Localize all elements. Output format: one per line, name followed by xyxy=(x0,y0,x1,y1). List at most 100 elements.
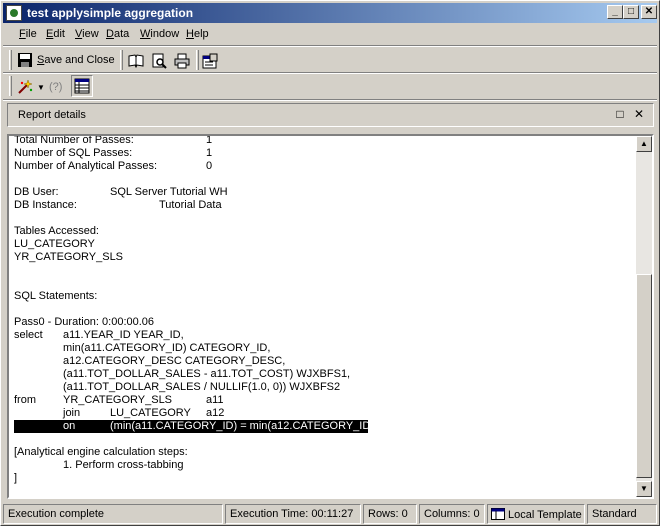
print-preview-button[interactable] xyxy=(151,50,167,72)
report-text-b: Tutorial Data xyxy=(159,199,222,211)
report-line: (a11.TOT_DOLLAR_SALES - a11.TOT_COST) WJ… xyxy=(14,368,634,381)
menu-view[interactable]: View xyxy=(75,28,99,40)
report-line: select a11.YEAR_ID YEAR_ID, xyxy=(14,329,634,342)
report-line: SQL Statements: xyxy=(14,290,634,303)
panel-close-button[interactable]: ✕ xyxy=(632,107,646,121)
toolbar-separator-2 xyxy=(3,99,657,101)
book-icon xyxy=(128,53,144,69)
report-details-text[interactable]: Total Number of Passes: 1 Number of SQL Pa… xyxy=(7,134,654,499)
report-text-b: 0 xyxy=(206,160,213,172)
status-mode: Standard xyxy=(587,504,657,524)
toolbar-divider xyxy=(120,50,123,70)
status-execution-time: Execution Time: 00:11:27 xyxy=(225,504,361,524)
report-line: Pass0 - Duration: 0:00:00.06 xyxy=(14,316,634,329)
report-text-a: Total Number of Passes: xyxy=(14,134,134,146)
status-bar: Execution complete Execution Time: 00:11… xyxy=(3,504,657,524)
toolbar-grip-2[interactable] xyxy=(9,76,12,96)
report-text-a: from xyxy=(14,394,36,406)
scroll-up-button[interactable]: ▲ xyxy=(636,136,652,152)
wand-icon xyxy=(17,79,33,95)
report-text-b: 1. Perform cross-tabbing xyxy=(63,459,184,471)
report-line xyxy=(14,212,634,225)
report-line: 1. Perform cross-tabbing xyxy=(14,459,634,472)
report-line xyxy=(14,277,634,290)
report-line: (a11.TOT_DOLLAR_SALES / NULLIF(1.0, 0)) … xyxy=(14,381,634,394)
formula-icon: (?) xyxy=(49,81,63,93)
report-line: DB User: SQL Server Tutorial WH xyxy=(14,186,634,199)
report-details-header: Report details □ ✕ xyxy=(7,103,654,127)
save-icon xyxy=(17,52,33,68)
menu-window[interactable]: Window xyxy=(140,28,179,40)
report-line: from YR_CATEGORY_SLS a11 xyxy=(14,394,634,407)
report-text-a: Number of Analytical Passes: xyxy=(14,160,158,172)
report-text-a: YR_CATEGORY_SLS xyxy=(14,251,124,263)
report-window: test applysimple aggregation _ □ ✕ File … xyxy=(0,0,660,526)
maximize-button[interactable]: □ xyxy=(623,5,639,19)
report-text-b: min(a11.CATEGORY_ID) CATEGORY_ID, xyxy=(63,342,271,354)
report-line: join LU_CATEGORY a12 xyxy=(14,407,634,420)
close-button[interactable]: ✕ xyxy=(641,5,657,19)
minimize-button[interactable]: _ xyxy=(607,5,623,19)
report-line xyxy=(14,433,634,446)
open-button[interactable] xyxy=(128,50,144,72)
title-bar[interactable]: test applysimple aggregation _ □ ✕ xyxy=(3,3,657,23)
report-text-b: a12.CATEGORY_DESC CATEGORY_DESC, xyxy=(63,355,286,367)
report-line: YR_CATEGORY_SLS xyxy=(14,251,634,264)
grid-view-button[interactable] xyxy=(71,75,93,97)
report-text-b: a11.YEAR_ID YEAR_ID, xyxy=(63,329,184,341)
menu-separator xyxy=(3,45,657,47)
report-text-a: SQL Statements: xyxy=(14,290,98,302)
main-toolbar: Save and Close xyxy=(3,48,223,74)
report-line: Number of Analytical Passes: 0 xyxy=(14,160,634,173)
report-line: Number of SQL Passes: 1 xyxy=(14,147,634,160)
formula-button[interactable]: (?) xyxy=(49,76,62,98)
status-rows: Rows: 0 xyxy=(363,504,417,524)
dropdown-arrow-icon: ▼ xyxy=(37,82,45,92)
report-line: min(a11.CATEGORY_ID) CATEGORY_ID, xyxy=(14,342,634,355)
printer-icon xyxy=(174,53,190,69)
status-columns: Columns: 0 xyxy=(419,504,485,524)
template-icon xyxy=(491,508,505,520)
menu-edit[interactable]: Edit xyxy=(46,28,65,40)
report-text-b: SQL Server Tutorial WH xyxy=(110,186,228,198)
report-text-b: (a11.TOT_DOLLAR_SALES / NULLIF(1.0, 0)) … xyxy=(63,381,341,393)
report-line: on (min(a11.CATEGORY_ID) = min(a12.CATEGO… xyxy=(14,420,378,433)
report-text-a: LU_CATEGORY xyxy=(14,238,95,250)
report-text-a: Number of SQL Passes: xyxy=(14,147,133,159)
report-line: a12.CATEGORY_DESC CATEGORY_DESC, xyxy=(14,355,634,368)
menu-help[interactable]: Help xyxy=(186,28,209,40)
report-line: [Analytical engine calculation steps: xyxy=(14,446,634,459)
report-text-a: Pass0 - Duration: 0:00:00.06 xyxy=(14,316,155,328)
report-line: DB Instance: Tutorial Data xyxy=(14,199,634,212)
save-and-close-button[interactable]: Save and Close xyxy=(17,49,117,71)
app-icon[interactable] xyxy=(6,5,22,21)
print-preview-icon xyxy=(151,53,167,69)
secondary-toolbar: ▼ (?) xyxy=(3,74,103,100)
report-line: Tables Accessed: xyxy=(14,225,634,238)
toolbar-divider-2 xyxy=(196,50,199,70)
report-content: Total Number of Passes: 1 Number of SQL Pa… xyxy=(14,134,634,485)
panel-maximize-button[interactable]: □ xyxy=(613,107,627,121)
report-line xyxy=(14,173,634,186)
report-text-b: YR_CATEGORY_SLS xyxy=(63,394,173,406)
menu-file[interactable]: File xyxy=(19,28,37,40)
properties-button[interactable] xyxy=(202,50,218,72)
vertical-scrollbar[interactable]: ▲ ▼ xyxy=(636,136,652,497)
report-text-a: DB Instance: xyxy=(14,199,77,211)
wizard-button[interactable] xyxy=(17,76,33,98)
wizard-dropdown[interactable]: ▼ xyxy=(37,76,45,98)
scroll-thumb[interactable] xyxy=(636,274,652,478)
scroll-down-button[interactable]: ▼ xyxy=(636,481,652,497)
report-text-a: ] xyxy=(14,472,18,484)
properties-icon xyxy=(202,53,218,69)
report-text-a: select xyxy=(14,329,43,341)
toolbar-grip[interactable] xyxy=(9,50,12,70)
report-line xyxy=(14,264,634,277)
report-line: Total Number of Passes: 1 xyxy=(14,134,634,147)
menu-data[interactable]: Data xyxy=(106,28,129,40)
report-line xyxy=(14,303,634,316)
print-button[interactable] xyxy=(174,50,190,72)
report-text-c: LU_CATEGORY xyxy=(110,407,191,419)
report-text-c: a11 xyxy=(206,394,224,406)
window-title: test applysimple aggregation xyxy=(27,6,194,20)
